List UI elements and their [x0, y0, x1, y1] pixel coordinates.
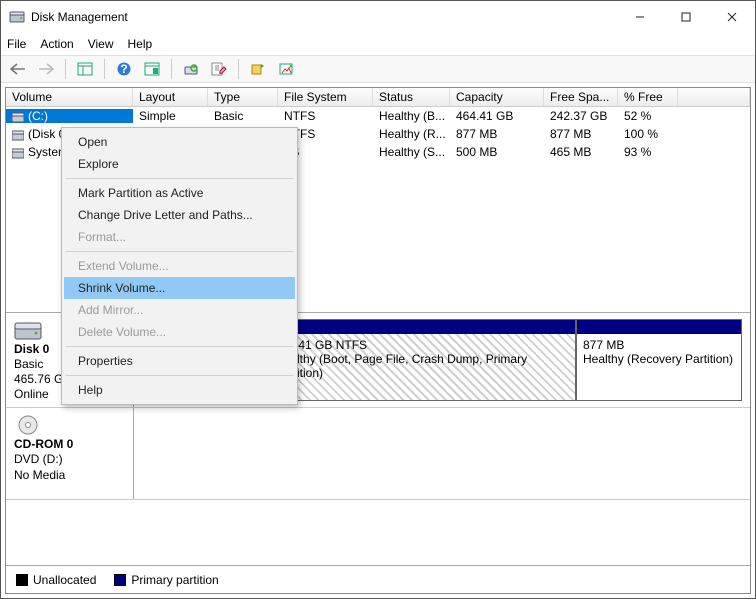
- help-button[interactable]: ?: [113, 58, 135, 80]
- disk-partitions: [134, 408, 750, 499]
- ctx-mark-active[interactable]: Mark Partition as Active: [64, 182, 295, 204]
- svg-text:?: ?: [120, 62, 127, 76]
- ctx-add-mirror[interactable]: Add Mirror...: [64, 299, 295, 321]
- context-menu: Open Explore Mark Partition as Active Ch…: [61, 127, 298, 405]
- close-button[interactable]: [709, 2, 755, 32]
- disk-sub3: No Media: [14, 468, 125, 482]
- col-type[interactable]: Type: [208, 88, 278, 106]
- action1-button[interactable]: [247, 58, 269, 80]
- settings-button[interactable]: [141, 58, 163, 80]
- partition[interactable]: 877 MBHealthy (Recovery Partition): [576, 319, 742, 401]
- col-volume[interactable]: Volume: [6, 88, 133, 106]
- disk-management-window: Disk Management File Action View Help ? …: [0, 0, 756, 599]
- forward-button[interactable]: [35, 58, 57, 80]
- column-headers: Volume Layout Type File System Status Ca…: [6, 88, 750, 107]
- legend: Unallocated Primary partition: [6, 565, 750, 593]
- menu-help[interactable]: Help: [128, 37, 153, 51]
- disk-row: CD-ROM 0DVD (D:) No Media: [6, 408, 750, 500]
- menu-view[interactable]: View: [88, 37, 114, 51]
- col-capacity[interactable]: Capacity: [450, 88, 544, 106]
- col-status[interactable]: Status: [373, 88, 450, 106]
- ctx-properties[interactable]: Properties: [64, 350, 295, 372]
- ctx-delete-volume[interactable]: Delete Volume...: [64, 321, 295, 343]
- rescan-button[interactable]: [208, 58, 230, 80]
- partition[interactable]: 464.41 GB NTFSHealthy (Boot, Page File, …: [268, 319, 576, 401]
- col-filesystem[interactable]: File System: [278, 88, 373, 106]
- titlebar: Disk Management: [1, 1, 755, 33]
- col-layout[interactable]: Layout: [133, 88, 208, 106]
- col-freespace[interactable]: Free Spa...: [544, 88, 618, 106]
- action2-button[interactable]: [275, 58, 297, 80]
- menu-file[interactable]: File: [7, 37, 26, 51]
- show-hide-tree-button[interactable]: [74, 58, 96, 80]
- minimize-button[interactable]: [617, 2, 663, 32]
- disk-header[interactable]: CD-ROM 0DVD (D:) No Media: [6, 408, 134, 499]
- col-pctfree[interactable]: % Free: [618, 88, 678, 106]
- back-button[interactable]: [7, 58, 29, 80]
- table-row[interactable]: (C:)SimpleBasicNTFSHealthy (B...464.41 G…: [6, 107, 750, 125]
- disk-name: CD-ROM 0: [14, 437, 125, 451]
- toolbar: ?: [1, 55, 755, 83]
- maximize-button[interactable]: [663, 2, 709, 32]
- menubar: File Action View Help: [1, 33, 755, 55]
- ctx-format[interactable]: Format...: [64, 226, 295, 248]
- legend-primary: Primary partition: [114, 573, 218, 587]
- ctx-shrink-volume[interactable]: Shrink Volume...: [64, 277, 295, 299]
- window-title: Disk Management: [31, 10, 128, 24]
- menu-action[interactable]: Action: [40, 37, 73, 51]
- ctx-change-drive-letter[interactable]: Change Drive Letter and Paths...: [64, 204, 295, 226]
- ctx-open[interactable]: Open: [64, 131, 295, 153]
- ctx-explore[interactable]: Explore: [64, 153, 295, 175]
- col-spacer: [678, 88, 750, 106]
- ctx-extend-volume[interactable]: Extend Volume...: [64, 255, 295, 277]
- refresh-button[interactable]: [180, 58, 202, 80]
- app-icon: [9, 9, 25, 25]
- ctx-help[interactable]: Help: [64, 379, 295, 401]
- disk-sub1: DVD (D:): [14, 452, 125, 466]
- legend-unallocated: Unallocated: [16, 573, 96, 587]
